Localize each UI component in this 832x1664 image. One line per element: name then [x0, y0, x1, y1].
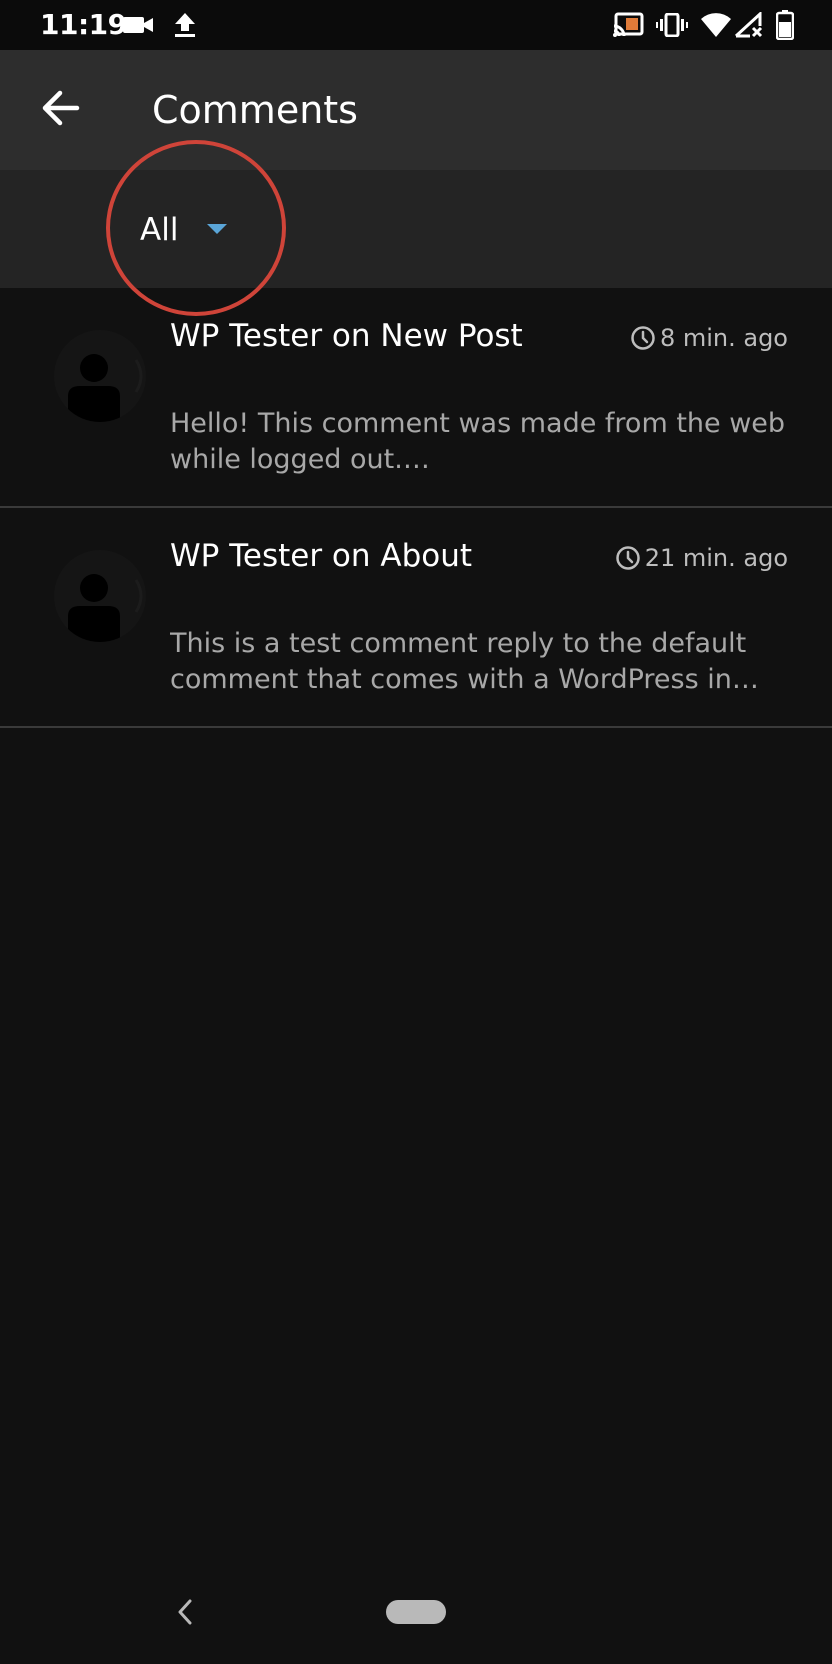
filter-bar: All [0, 170, 832, 288]
cast-icon [612, 12, 644, 43]
avatar [54, 330, 146, 422]
page-title: Comments [152, 88, 358, 132]
comment-excerpt: Hello! This comment was made from the we… [170, 408, 786, 475]
comment-title: WP Tester on About [170, 538, 473, 574]
cellular-no-signal-icon [734, 10, 764, 43]
wifi-icon [700, 12, 732, 43]
comment-list-item[interactable]: WP Tester on New Post 8 min. ago Hello! … [0, 288, 832, 508]
comments-screen: 11:19 Comments All WP Tester on New Post… [0, 0, 832, 1664]
nav-back-button[interactable] [170, 1592, 200, 1632]
comment-list: WP Tester on New Post 8 min. ago Hello! … [0, 288, 832, 728]
clock-icon [615, 546, 640, 570]
upload-icon [174, 12, 196, 43]
comment-time-text: 8 min. ago [659, 324, 788, 352]
comment-time: 21 min. ago [615, 544, 788, 572]
caret-down-icon [206, 222, 228, 240]
battery-icon [775, 10, 795, 45]
avatar [54, 550, 146, 642]
system-nav-bar [0, 1564, 832, 1664]
nav-home-pill[interactable] [386, 1600, 446, 1624]
vibrate-icon [656, 12, 688, 42]
app-bar: Comments [0, 50, 832, 170]
back-button[interactable] [30, 78, 90, 138]
video-camera-icon [122, 15, 154, 40]
person-icon [68, 354, 143, 422]
comment-list-item[interactable]: WP Tester on About 21 min. ago This is a… [0, 508, 832, 728]
person-icon [68, 574, 143, 642]
arrow-left-icon [42, 90, 80, 126]
status-bar: 11:19 [0, 0, 832, 50]
filter-selected-label: All [140, 212, 179, 248]
comment-time-text: 21 min. ago [644, 544, 788, 572]
clock-icon [631, 326, 655, 350]
status-time: 11:19 [40, 8, 127, 41]
chevron-left-icon [178, 1599, 192, 1625]
comment-filter-dropdown[interactable]: All [140, 200, 270, 260]
comment-excerpt: This is a test comment reply to the defa… [170, 628, 759, 695]
comment-title: WP Tester on New Post [170, 318, 523, 354]
comment-time: 8 min. ago [630, 324, 788, 352]
